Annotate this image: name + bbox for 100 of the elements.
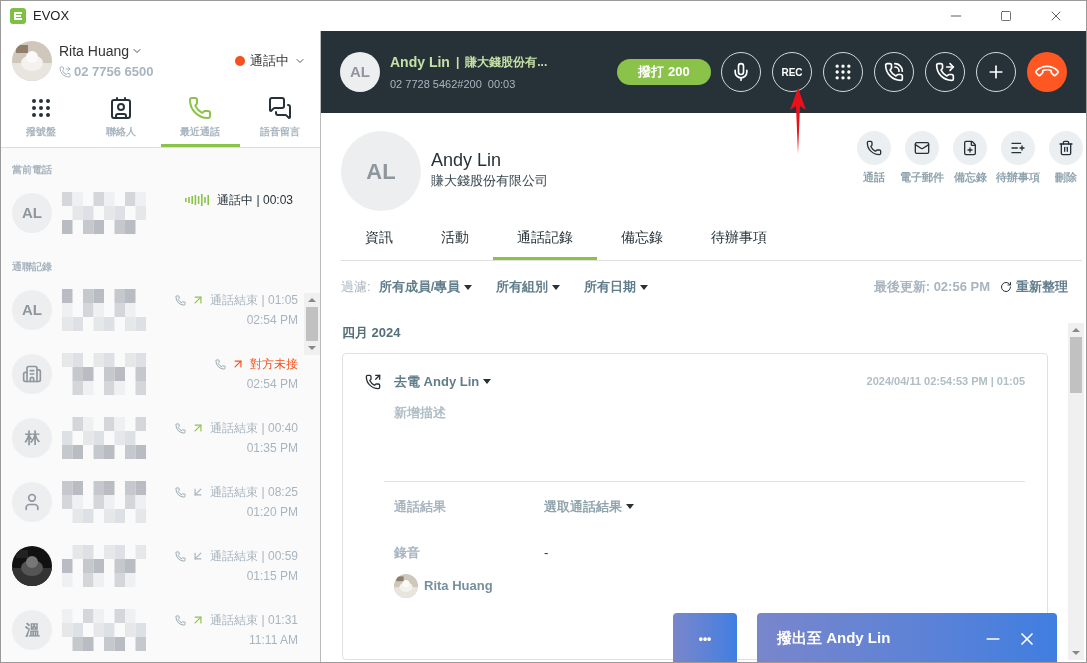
separator-text: | [455, 54, 460, 72]
call-time: 01:20 PM [246, 504, 298, 521]
user-phone: 02 7756 6500 [74, 62, 154, 81]
contact-action-button[interactable] [1049, 131, 1083, 165]
maximize-icon[interactable] [1000, 10, 1012, 22]
phone-icon [59, 65, 71, 78]
filter-dropdown[interactable]: 所有成員/專員 [378, 277, 473, 297]
filter-dropdown[interactable]: 所有組別 [496, 277, 561, 297]
call-history-row[interactable]: 溫 通話結束 | 01:31 11:11 AM [1, 598, 304, 662]
more-button[interactable]: ••• [673, 613, 737, 662]
outgoing-call-icon [365, 373, 381, 390]
tab[interactable]: 備忘錄 [597, 217, 687, 260]
call-status: 通話結束 | 01:31 [210, 612, 298, 629]
contact-name: Andy Lin [431, 149, 503, 171]
tab[interactable]: 通話記錄 [493, 217, 597, 260]
caller-company: 賺大錢股份有... [465, 54, 548, 72]
avatar: AL [12, 193, 52, 233]
avatar: 溫 [12, 610, 52, 650]
phone-icon [175, 550, 187, 562]
contact-action-button[interactable] [953, 131, 987, 165]
contact-action-button[interactable] [1001, 131, 1035, 165]
phone-icon [175, 422, 187, 434]
sound-wave-icon [185, 194, 212, 206]
user-name[interactable]: Rita Huang [59, 40, 130, 62]
refresh-icon [1000, 281, 1012, 293]
call-status: 通話結束 | 00:40 [210, 420, 298, 437]
call-duration: 00:03 [487, 76, 516, 92]
call-time: 02:54 PM [246, 376, 298, 393]
contact-action-button[interactable] [905, 131, 939, 165]
building-icon [22, 364, 42, 384]
chat-bubbles-icon [268, 96, 293, 120]
phone-icon [188, 96, 213, 120]
call-status: 通話中 | 00:03 [217, 192, 293, 209]
call-control-button[interactable] [1027, 52, 1067, 92]
phone-icon [215, 358, 226, 370]
call-history-row[interactable]: 林 通話結束 | 00:40 01:35 PM [1, 406, 304, 470]
contact-card-icon [108, 96, 133, 120]
field-label: 通話結果 [394, 497, 447, 516]
filter-label: 過濾: [341, 278, 371, 297]
action-label: 待辦事項 [996, 170, 1040, 185]
filter-dropdown[interactable]: 所有日期 [584, 277, 649, 297]
contact-avatar: AL [341, 131, 421, 211]
section-heading: 通聯記錄 [12, 260, 53, 274]
phone-icon [175, 486, 187, 498]
record-timestamp: 2024/04/11 02:54:53 PM | 01:05 [866, 374, 1025, 390]
month-heading: 四月 2024 [342, 324, 402, 342]
last-updated: 最後更新: 02:56 PM [873, 278, 990, 297]
field-label: 錄音 [394, 543, 421, 562]
microphone-icon [731, 62, 751, 82]
scrollbar-thumb[interactable] [306, 307, 318, 341]
window-title: EVOX [33, 7, 70, 26]
call-status: 通話結束 | 00:59 [210, 548, 298, 565]
avatar: AL [340, 52, 380, 92]
owner-name: Rita Huang [424, 577, 493, 596]
action-label: 通話 [863, 170, 885, 185]
scrollbar[interactable] [1068, 323, 1084, 660]
status-label[interactable]: 通話中 [250, 51, 289, 71]
tab[interactable]: 活動 [417, 217, 493, 260]
nav-tab[interactable]: 最近通話 [160, 91, 241, 147]
phone-hold-icon [884, 62, 904, 82]
dialpad-icon [833, 62, 853, 82]
call-history-row[interactable]: 對方未接 02:54 PM [1, 342, 304, 406]
current-call-row[interactable]: AL 通話中 | 00:03 [1, 183, 304, 243]
call-time: 01:15 PM [246, 568, 298, 585]
section-heading: 當前電話 [12, 163, 53, 177]
refresh-button[interactable]: 重新整理 [1000, 277, 1068, 297]
call-time: 01:35 PM [246, 440, 298, 457]
phone-icon [175, 294, 187, 306]
call-status: 通話結束 | 08:25 [210, 484, 298, 501]
toast-title: 撥出至 Andy Lin [777, 628, 891, 649]
phone-transfer-icon [935, 62, 955, 82]
contact-action-button[interactable] [857, 131, 891, 165]
scrollbar[interactable] [304, 293, 320, 355]
call-status: 對方未接 [250, 356, 298, 373]
field-value: - [544, 543, 549, 562]
action-label: 備忘錄 [953, 170, 987, 185]
caller-name: Andy Lin [390, 52, 450, 72]
call-time: 11:11 AM [249, 632, 298, 649]
scrollbar-thumb[interactable] [1070, 337, 1082, 393]
call-result-dropdown[interactable]: 選取通話結果 [544, 496, 634, 517]
call-time: 02:54 PM [246, 312, 298, 329]
trash-icon [1058, 140, 1074, 156]
phone-icon [175, 614, 187, 626]
call-history-row[interactable]: AL 通話結束 | 01:05 02:54 PM [1, 278, 304, 342]
avatar: 林 [12, 418, 52, 458]
tab[interactable]: 資訊 [341, 217, 417, 260]
action-label: 刪除 [1055, 170, 1077, 185]
description-field[interactable]: 新增描述 [394, 403, 1025, 423]
file-plus-icon [962, 140, 978, 156]
caller-number: 02 7728 5462#200 [390, 76, 482, 92]
person-icon [22, 492, 42, 512]
record-title-dropdown[interactable]: 去電 Andy Lin [394, 371, 492, 392]
logo-icon [10, 8, 26, 24]
phone-icon [866, 140, 882, 156]
contact-company: 賺大錢股份有限公司 [431, 172, 548, 190]
action-label: 電子郵件 [900, 170, 944, 185]
avatar: AL [12, 290, 52, 330]
envelope-icon [914, 140, 930, 156]
tab[interactable]: 待辦事項 [687, 217, 791, 260]
call-status: 通話結束 | 01:05 [210, 292, 298, 309]
